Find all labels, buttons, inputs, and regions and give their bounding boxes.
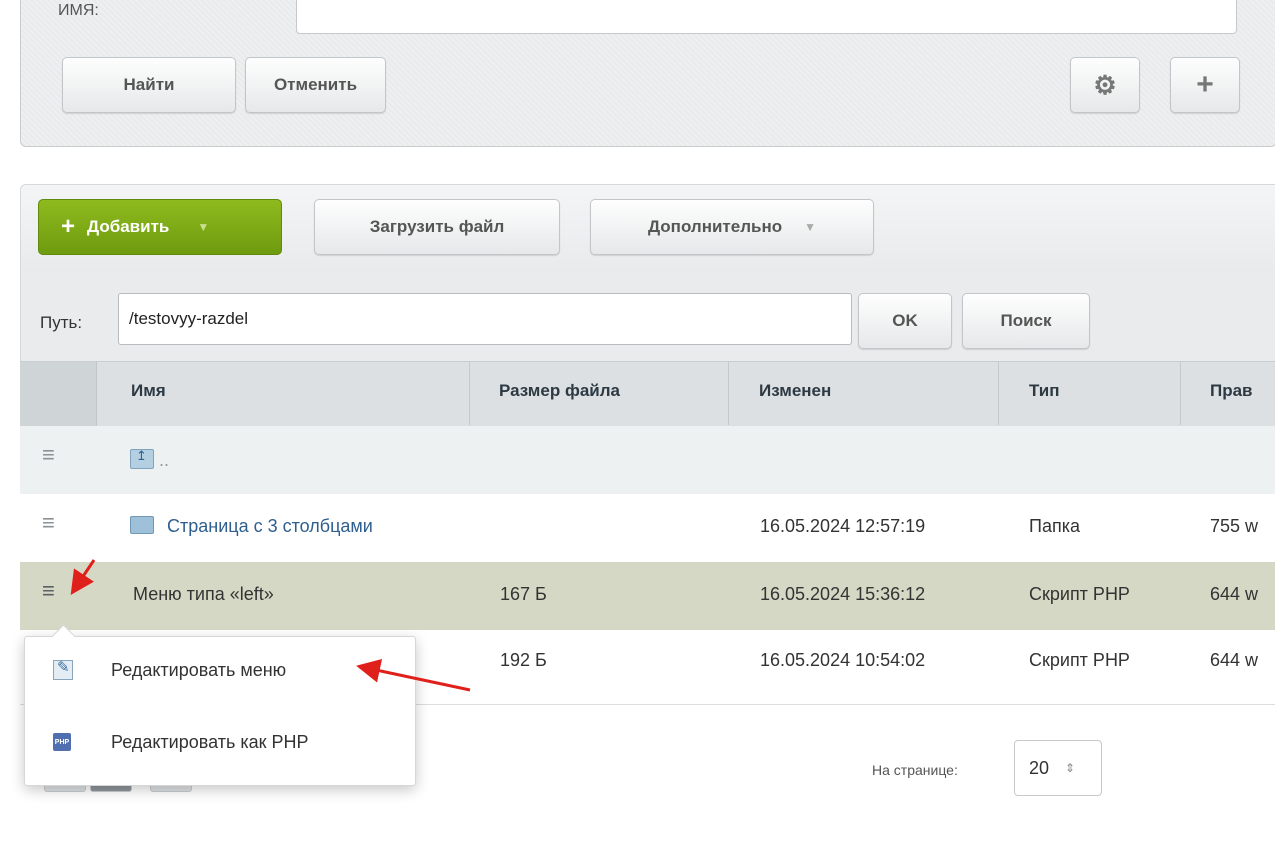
filter-name-input[interactable] [296,0,1237,34]
plus-icon: + [61,213,76,240]
updown-arrows-icon: ⇕ [1065,761,1076,775]
row-modified: 16.05.2024 15:36:12 [760,584,926,604]
column-divider[interactable] [1180,361,1181,425]
path-ok-button[interactable]: OK [858,293,952,349]
path-input[interactable] [118,293,852,345]
plus-icon: + [1196,68,1214,101]
php-icon: PHP [53,733,71,751]
row-menu-icon[interactable]: ≡ [42,512,55,534]
per-page-value: 20 [1029,757,1050,778]
column-header-name[interactable]: Имя [131,381,166,401]
parent-folder-link[interactable]: .. [130,448,170,471]
search-button[interactable]: Поиск [962,293,1090,349]
row-modified: 16.05.2024 12:57:19 [760,516,926,536]
upload-file-button[interactable]: Загрузить файл [314,199,560,255]
row-size: 167 Б [500,584,547,604]
add-button-label: Добавить [87,217,170,236]
row-context-menu: Редактировать меню PHP Редактировать как… [24,636,416,786]
per-page-label: На странице: [872,762,958,778]
gear-icon: ⚙ [1093,69,1117,100]
edit-menu-icon [53,658,73,680]
row-size: 192 Б [500,650,547,670]
add-filter-button[interactable]: + [1170,57,1240,113]
folder-icon [130,516,154,534]
column-header-type[interactable]: Тип [1029,381,1059,401]
column-header-modified[interactable]: Изменен [759,381,831,401]
menu-item-label: Редактировать меню [111,659,287,680]
parent-folder-label: .. [159,450,170,470]
folder-link[interactable]: Страница с 3 столбцами [130,516,373,537]
more-actions-button[interactable]: Дополнительно ▼ [590,199,874,255]
row-type: Папка [1029,516,1080,536]
table-row[interactable] [20,426,1275,494]
header-actions-column [20,362,97,426]
column-header-size[interactable]: Размер файла [499,381,620,401]
column-divider[interactable] [998,361,999,425]
filter-name-label: Имя: [58,2,99,19]
column-divider[interactable] [469,361,470,425]
chevron-down-icon: ▼ [804,220,817,234]
row-permissions: 644 w [1210,650,1259,670]
row-name[interactable]: Меню типа «left» [133,584,274,605]
cancel-button[interactable]: Отменить [245,57,386,113]
row-modified: 16.05.2024 10:54:02 [760,650,926,670]
table-header [20,361,1275,427]
row-permissions: 644 w [1210,584,1259,604]
row-name: Страница с 3 столбцами [167,516,373,536]
path-label: Путь: [40,313,83,332]
row-type: Скрипт PHP [1029,650,1130,670]
add-button[interactable]: + Добавить ▼ [38,199,282,255]
row-permissions: 755 w [1210,516,1259,536]
folder-up-icon [130,448,154,469]
chevron-down-icon: ▼ [197,220,210,234]
per-page-select[interactable]: 20 ⇕ [1014,740,1102,796]
row-menu-icon[interactable]: ≡ [42,580,55,602]
find-button[interactable]: Найти [62,57,236,113]
column-divider[interactable] [728,361,729,425]
menu-item-edit-menu[interactable]: Редактировать меню [25,645,415,695]
menu-item-edit-as-php[interactable]: PHP Редактировать как PHP [25,717,415,767]
filter-settings-button[interactable]: ⚙ [1070,57,1140,113]
menu-item-label: Редактировать как PHP [111,731,309,752]
more-actions-label: Дополнительно [647,217,783,236]
row-menu-icon[interactable]: ≡ [42,444,55,466]
column-header-permissions[interactable]: Прав [1210,381,1253,401]
row-type: Скрипт PHP [1029,584,1130,604]
